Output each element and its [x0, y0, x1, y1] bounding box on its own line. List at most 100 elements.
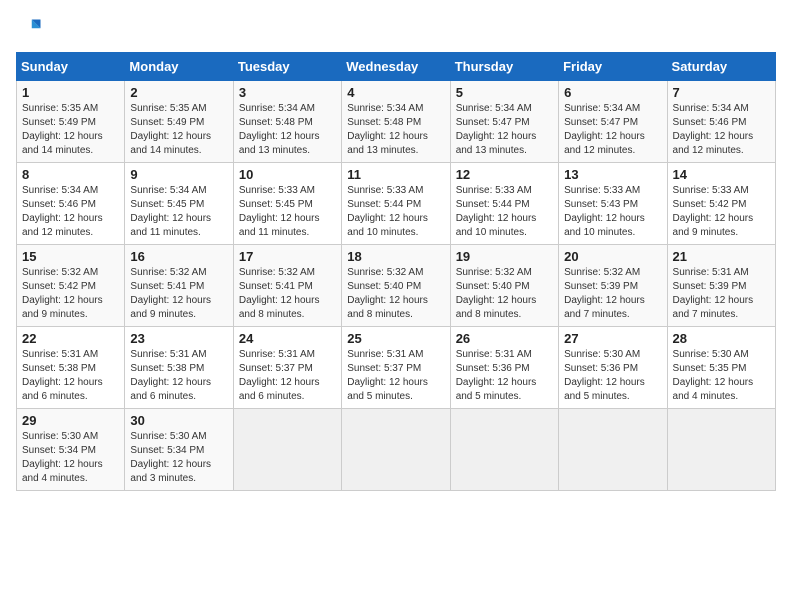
page-header — [16, 16, 776, 44]
calendar-cell: 9Sunrise: 5:34 AM Sunset: 5:45 PM Daylig… — [125, 163, 233, 245]
day-number: 16 — [130, 249, 227, 264]
column-header-tuesday: Tuesday — [233, 53, 341, 81]
calendar-cell: 30 Sunrise: 5:30 AM Sunset: 5:34 PM Dayli… — [125, 409, 233, 491]
column-header-saturday: Saturday — [667, 53, 775, 81]
calendar-cell: 4 Sunrise: 5:34 AM Sunset: 5:48 PM Daylig… — [342, 81, 450, 163]
cell-content: Sunrise: 5:33 AM Sunset: 5:42 PM Dayligh… — [673, 184, 770, 240]
day-number: 5 — [456, 85, 553, 100]
day-number: 3 — [239, 85, 336, 100]
cell-content: Sunrise: 5:33 AM Sunset: 5:43 PM Dayligh… — [564, 184, 661, 240]
calendar-cell: 3 Sunrise: 5:34 AM Sunset: 5:48 PM Daylig… — [233, 81, 341, 163]
cell-content: Sunrise: 5:34 AM Sunset: 5:47 PM Dayligh… — [564, 102, 661, 158]
day-number: 6 — [564, 85, 661, 100]
day-number: 4 — [347, 85, 444, 100]
week-row-1: 1 Sunrise: 5:35 AM Sunset: 5:49 PM Daylig… — [17, 81, 776, 163]
cell-content: Sunrise: 5:31 AM Sunset: 5:39 PM Dayligh… — [673, 266, 770, 322]
calendar-cell: 19 Sunrise: 5:32 AM Sunset: 5:40 PM Dayli… — [450, 245, 558, 327]
column-header-friday: Friday — [559, 53, 667, 81]
cell-content: Sunrise: 5:30 AM Sunset: 5:34 PM Dayligh… — [22, 430, 119, 486]
column-header-thursday: Thursday — [450, 53, 558, 81]
day-number: 13 — [564, 167, 661, 182]
cell-content: Sunrise: 5:34 AM Sunset: 5:48 PM Dayligh… — [239, 102, 336, 158]
week-row-2: 8 Sunrise: 5:34 AM Sunset: 5:46 PM Daylig… — [17, 163, 776, 245]
calendar-cell: 10 Sunrise: 5:33 AM Sunset: 5:45 PM Dayli… — [233, 163, 341, 245]
calendar-cell — [342, 409, 450, 491]
day-number: 29 — [22, 413, 119, 428]
day-number: 19 — [456, 249, 553, 264]
cell-content: Sunrise: 5:31 AM Sunset: 5:38 PM Dayligh… — [130, 348, 227, 404]
column-header-monday: Monday — [125, 53, 233, 81]
day-number: 12 — [456, 167, 553, 182]
calendar-cell: 23 Sunrise: 5:31 AM Sunset: 5:38 PM Dayli… — [125, 327, 233, 409]
cell-content: Sunrise: 5:34 AM Sunset: 5:47 PM Dayligh… — [456, 102, 553, 158]
calendar-body: 1 Sunrise: 5:35 AM Sunset: 5:49 PM Daylig… — [17, 81, 776, 491]
cell-content: Sunrise: 5:32 AM Sunset: 5:41 PM Dayligh… — [130, 266, 227, 322]
day-number: 9 — [130, 167, 227, 182]
calendar-cell: 27Sunrise: 5:30 AM Sunset: 5:36 PM Dayli… — [559, 327, 667, 409]
day-number: 28 — [673, 331, 770, 346]
day-number: 25 — [347, 331, 444, 346]
day-number: 17 — [239, 249, 336, 264]
cell-content: Sunrise: 5:30 AM Sunset: 5:35 PM Dayligh… — [673, 348, 770, 404]
header-row: SundayMondayTuesdayWednesdayThursdayFrid… — [17, 53, 776, 81]
calendar-cell — [667, 409, 775, 491]
calendar-cell: 24 Sunrise: 5:31 AM Sunset: 5:37 PM Dayli… — [233, 327, 341, 409]
calendar-cell: 14 Sunrise: 5:33 AM Sunset: 5:42 PM Dayli… — [667, 163, 775, 245]
calendar-cell — [233, 409, 341, 491]
cell-content: Sunrise: 5:33 AM Sunset: 5:45 PM Dayligh… — [239, 184, 336, 240]
week-row-4: 22 Sunrise: 5:31 AM Sunset: 5:38 PM Dayli… — [17, 327, 776, 409]
day-number: 20 — [564, 249, 661, 264]
calendar-cell: 13 Sunrise: 5:33 AM Sunset: 5:43 PM Dayli… — [559, 163, 667, 245]
day-number: 23 — [130, 331, 227, 346]
calendar-cell: 29 Sunrise: 5:30 AM Sunset: 5:34 PM Dayli… — [17, 409, 125, 491]
day-number: 14 — [673, 167, 770, 182]
calendar-cell: 28 Sunrise: 5:30 AM Sunset: 5:35 PM Dayli… — [667, 327, 775, 409]
day-number: 27 — [564, 331, 661, 346]
day-number: 24 — [239, 331, 336, 346]
logo — [16, 16, 48, 44]
calendar-cell: 11 Sunrise: 5:33 AM Sunset: 5:44 PM Dayli… — [342, 163, 450, 245]
cell-content: Sunrise: 5:31 AM Sunset: 5:38 PM Dayligh… — [22, 348, 119, 404]
calendar-cell: 15 Sunrise: 5:32 AM Sunset: 5:42 PM Dayli… — [17, 245, 125, 327]
day-number: 2 — [130, 85, 227, 100]
cell-content: Sunrise: 5:34 AM Sunset: 5:46 PM Dayligh… — [673, 102, 770, 158]
week-row-5: 29 Sunrise: 5:30 AM Sunset: 5:34 PM Dayli… — [17, 409, 776, 491]
calendar-header: SundayMondayTuesdayWednesdayThursdayFrid… — [17, 53, 776, 81]
day-number: 10 — [239, 167, 336, 182]
day-number: 11 — [347, 167, 444, 182]
day-number: 18 — [347, 249, 444, 264]
cell-content: Sunrise: 5:32 AM Sunset: 5:42 PM Dayligh… — [22, 266, 119, 322]
column-header-wednesday: Wednesday — [342, 53, 450, 81]
day-number: 7 — [673, 85, 770, 100]
cell-content: Sunrise: 5:30 AM Sunset: 5:34 PM Dayligh… — [130, 430, 227, 486]
cell-content: Sunrise: 5:31 AM Sunset: 5:37 PM Dayligh… — [239, 348, 336, 404]
calendar-cell: 26Sunrise: 5:31 AM Sunset: 5:36 PM Dayli… — [450, 327, 558, 409]
cell-content: Sunrise: 5:31 AM Sunset: 5:36 PM Dayligh… — [456, 348, 553, 404]
cell-content: Sunrise: 5:34 AM Sunset: 5:48 PM Dayligh… — [347, 102, 444, 158]
cell-content: Sunrise: 5:35 AM Sunset: 5:49 PM Dayligh… — [22, 102, 119, 158]
cell-content: Sunrise: 5:33 AM Sunset: 5:44 PM Dayligh… — [347, 184, 444, 240]
day-number: 22 — [22, 331, 119, 346]
calendar-cell: 22 Sunrise: 5:31 AM Sunset: 5:38 PM Dayli… — [17, 327, 125, 409]
day-number: 8 — [22, 167, 119, 182]
calendar-cell: 25Sunrise: 5:31 AM Sunset: 5:37 PM Dayli… — [342, 327, 450, 409]
cell-content: Sunrise: 5:34 AM Sunset: 5:46 PM Dayligh… — [22, 184, 119, 240]
day-number: 21 — [673, 249, 770, 264]
calendar-cell: 1 Sunrise: 5:35 AM Sunset: 5:49 PM Daylig… — [17, 81, 125, 163]
cell-content: Sunrise: 5:32 AM Sunset: 5:40 PM Dayligh… — [456, 266, 553, 322]
calendar-cell: 21 Sunrise: 5:31 AM Sunset: 5:39 PM Dayli… — [667, 245, 775, 327]
calendar-cell — [559, 409, 667, 491]
calendar-cell: 18Sunrise: 5:32 AM Sunset: 5:40 PM Dayli… — [342, 245, 450, 327]
day-number: 15 — [22, 249, 119, 264]
calendar-cell: 17 Sunrise: 5:32 AM Sunset: 5:41 PM Dayli… — [233, 245, 341, 327]
column-header-sunday: Sunday — [17, 53, 125, 81]
calendar-cell: 2 Sunrise: 5:35 AM Sunset: 5:49 PM Daylig… — [125, 81, 233, 163]
logo-icon — [16, 16, 44, 44]
cell-content: Sunrise: 5:32 AM Sunset: 5:39 PM Dayligh… — [564, 266, 661, 322]
day-number: 1 — [22, 85, 119, 100]
calendar-cell: 5 Sunrise: 5:34 AM Sunset: 5:47 PM Daylig… — [450, 81, 558, 163]
calendar-cell: 20 Sunrise: 5:32 AM Sunset: 5:39 PM Dayli… — [559, 245, 667, 327]
cell-content: Sunrise: 5:35 AM Sunset: 5:49 PM Dayligh… — [130, 102, 227, 158]
day-number: 30 — [130, 413, 227, 428]
cell-content: Sunrise: 5:32 AM Sunset: 5:41 PM Dayligh… — [239, 266, 336, 322]
